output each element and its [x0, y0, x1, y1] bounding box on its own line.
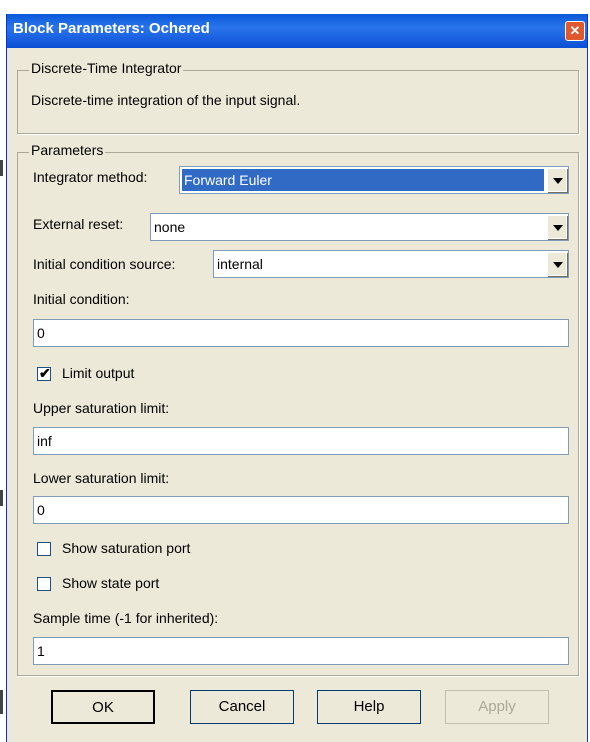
upper-saturation-field[interactable]: inf: [33, 427, 569, 455]
show-saturation-port-label: Show saturation port: [62, 540, 191, 556]
close-button[interactable]: ✕: [565, 21, 585, 41]
external-reset-value: none: [154, 219, 186, 235]
background-edge-mark: [0, 490, 3, 506]
block-parameters-dialog: Block Parameters: Ochered ✕ Discrete-Tim…: [6, 14, 588, 742]
description-text: Discrete-time integration of the input s…: [31, 92, 301, 108]
parameters-group-title: Parameters: [29, 142, 106, 158]
description-group-title: Discrete-Time Integrator: [29, 60, 184, 76]
title-bar[interactable]: Block Parameters: Ochered ✕: [7, 14, 587, 48]
show-saturation-port-checkbox[interactable]: [37, 542, 51, 556]
limit-output-checkbox[interactable]: ✔: [37, 365, 51, 381]
help-button[interactable]: Help: [317, 690, 421, 724]
sample-time-field[interactable]: 1: [33, 637, 569, 665]
chevron-down-icon[interactable]: [547, 252, 567, 276]
initial-condition-source-select[interactable]: internal: [213, 250, 569, 278]
integrator-method-select[interactable]: Forward Euler: [179, 166, 569, 194]
background-edge-mark: [0, 160, 3, 176]
limit-output-label: Limit output: [62, 365, 135, 381]
background-edge-mark: [0, 690, 3, 714]
upper-saturation-label: Upper saturation limit:: [33, 400, 170, 416]
lower-saturation-field[interactable]: 0: [33, 496, 569, 524]
initial-condition-source-label: Initial condition source:: [33, 256, 176, 272]
sample-time-label: Sample time (-1 for inherited):: [33, 610, 219, 626]
chevron-down-icon[interactable]: [547, 168, 567, 192]
initial-condition-field[interactable]: 0: [33, 319, 569, 347]
initial-condition-source-value: internal: [217, 256, 263, 272]
window-title: Block Parameters: Ochered: [13, 20, 210, 37]
lower-saturation-label: Lower saturation limit:: [33, 470, 170, 486]
ok-button[interactable]: OK: [51, 690, 155, 724]
cancel-button[interactable]: Cancel: [190, 690, 294, 724]
apply-button[interactable]: Apply: [445, 690, 549, 724]
external-reset-select[interactable]: none: [150, 213, 569, 241]
checkmark-icon: ✔: [39, 365, 51, 381]
integrator-method-label: Integrator method:: [33, 169, 148, 185]
close-icon: ✕: [569, 23, 581, 38]
chevron-down-icon[interactable]: [547, 215, 567, 239]
show-state-port-checkbox[interactable]: [37, 577, 51, 591]
integrator-method-value: Forward Euler: [182, 169, 544, 191]
external-reset-label: External reset:: [33, 216, 124, 232]
show-state-port-label: Show state port: [62, 575, 160, 591]
initial-condition-label: Initial condition:: [33, 291, 130, 307]
